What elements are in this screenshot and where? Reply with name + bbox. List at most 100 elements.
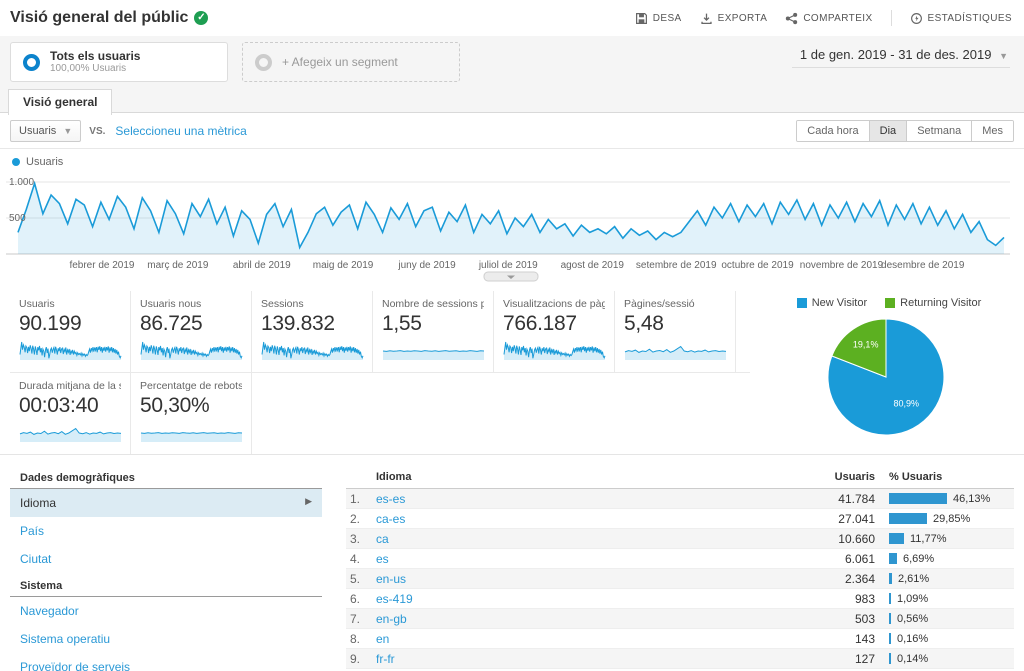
overview-section: Usuaris90.199Usuaris nous86.725Sessions1… — [0, 287, 1024, 455]
tab-bar: Visió general — [0, 88, 1024, 112]
tab-visio-general[interactable]: Visió general — [8, 89, 112, 115]
actions-separator — [891, 10, 892, 26]
chevron-down-icon: ▼ — [63, 126, 72, 136]
language-table: Idioma Usuaris % Usuaris 1.es-es41.78446… — [346, 461, 1014, 671]
dimension-header: Idioma — [376, 471, 795, 483]
row-rank: 2. — [350, 512, 376, 526]
metric-card[interactable]: Percentatge de rebots50,30% — [131, 373, 252, 454]
metric-dropdown-label: Usuaris — [19, 125, 56, 137]
metric-card[interactable]: Sessions139.832 — [252, 291, 373, 372]
demographics-explorer: Dades demogràfiquesIdioma▶PaísCiutatSist… — [0, 455, 1024, 671]
report-panel: Usuaris ▼ VS. Seleccioneu una mètrica Ca… — [0, 112, 1024, 671]
metric-card[interactable]: Pàgines/sessió5,48 — [615, 291, 736, 372]
granularity-switcher: Cada horaDiaSetmanaMes — [796, 120, 1014, 142]
x-tick-label: febrer de 2019 — [69, 260, 134, 271]
language-link[interactable]: ca-es — [376, 512, 405, 526]
date-range-selector[interactable]: 1 de gen. 2019 - 31 de des. 2019 ▼ — [792, 44, 1010, 68]
share-button[interactable]: COMPARTEIX — [785, 12, 872, 25]
pie-legend-item[interactable]: Returning Visitor — [885, 297, 981, 309]
sidebar-item-idioma[interactable]: Idioma▶ — [10, 489, 322, 517]
metric-card[interactable]: Usuaris nous86.725 — [131, 291, 252, 372]
pie-svg[interactable]: 80,9% 19,1% — [764, 311, 1014, 439]
vs-label: VS. — [89, 126, 105, 137]
page-title-text: Visió general del públic — [10, 9, 188, 27]
row-pct: 29,85% — [875, 513, 1010, 525]
save-button[interactable]: DESA — [635, 12, 682, 25]
x-tick-label: novembre de 2019 — [800, 260, 884, 271]
y-tick-label: 1.000 — [9, 177, 34, 188]
table-row: 6.es-4199831,09% — [346, 589, 1014, 609]
language-link[interactable]: en — [376, 632, 389, 646]
metric-card[interactable]: Nombre de sessions per usuari1,55 — [373, 291, 494, 372]
granularity-mes[interactable]: Mes — [971, 121, 1013, 141]
metric-card[interactable]: Durada mitjana de la sessió00:03:40 — [10, 373, 131, 454]
language-link[interactable]: es-419 — [376, 592, 413, 606]
pct-text: 0,16% — [897, 633, 928, 645]
insights-button[interactable]: ESTADÍSTIQUES — [910, 12, 1012, 25]
timeline-scrubber[interactable] — [484, 272, 538, 281]
segment-band: Tots els usuaris 100,00% Usuaris + Afege… — [0, 36, 1024, 88]
sparkline-line — [141, 433, 242, 434]
metric-card-value: 90.199 — [19, 312, 121, 336]
metric-controls: Usuaris ▼ VS. Seleccioneu una mètrica Ca… — [0, 113, 1024, 149]
metric-dropdown[interactable]: Usuaris ▼ — [10, 120, 81, 142]
row-pct: 2,61% — [875, 573, 1010, 585]
sparkline-line — [383, 351, 484, 352]
metric-card-value: 5,48 — [624, 312, 726, 336]
row-language: fr-fr — [376, 652, 795, 666]
language-link[interactable]: en-gb — [376, 612, 407, 626]
language-link[interactable]: en-us — [376, 572, 406, 586]
language-link[interactable]: es — [376, 552, 389, 566]
metric-card[interactable]: Visualitzacions de pàgines766.187 — [494, 291, 615, 372]
chevron-down-icon: ▼ — [999, 51, 1008, 61]
table-row: 2.ca-es27.04129,85% — [346, 509, 1014, 529]
row-users: 2.364 — [795, 572, 875, 586]
metric-card-label: Nombre de sessions per usuari — [382, 298, 484, 310]
row-pct: 1,09% — [875, 593, 1010, 605]
language-link[interactable]: ca — [376, 532, 389, 546]
sidebar-item-país[interactable]: País — [10, 517, 322, 545]
save-icon — [635, 12, 648, 25]
select-metric-link[interactable]: Seleccioneu una mètrica — [115, 124, 246, 138]
table-row: 8.en1430,16% — [346, 629, 1014, 649]
pie-slice-label: 19,1% — [853, 339, 879, 349]
pct-text: 29,85% — [933, 513, 970, 525]
table-row: 1.es-es41.78446,13% — [346, 489, 1014, 509]
pct-text: 6,69% — [903, 553, 934, 565]
pie-legend: New Visitor Returning Visitor — [764, 293, 1014, 311]
sidebar-item-sistema-operatiu[interactable]: Sistema operatiu — [10, 625, 322, 653]
add-segment-button[interactable]: + Afegeix un segment — [242, 42, 460, 82]
metric-card-label: Sessions — [261, 298, 363, 310]
pie-slice-label: 80,9% — [894, 399, 920, 409]
segment-all-users[interactable]: Tots els usuaris 100,00% Usuaris — [10, 42, 228, 82]
x-tick-label: maig de 2019 — [313, 260, 374, 271]
row-language: ca — [376, 532, 795, 546]
sidebar-item-proveïdor-de-serveis[interactable]: Proveïdor de serveis — [10, 653, 322, 671]
row-pct: 11,77% — [875, 533, 1010, 545]
pie-legend-label: Returning Visitor — [900, 297, 981, 309]
x-tick-label: desembre de 2019 — [881, 260, 965, 271]
sidebar-item-navegador[interactable]: Navegador — [10, 597, 322, 625]
granularity-setmana[interactable]: Setmana — [906, 121, 971, 141]
x-tick-label: octubre de 2019 — [721, 260, 794, 271]
row-language: es-es — [376, 492, 795, 506]
language-link[interactable]: es-es — [376, 492, 405, 506]
sparkline — [140, 419, 243, 443]
pie-legend-item[interactable]: New Visitor — [797, 297, 867, 309]
metric-card-label: Durada mitjana de la sessió — [19, 380, 121, 392]
sidebar-section-title: Sistema — [10, 573, 322, 597]
granularity-dia[interactable]: Dia — [869, 121, 907, 141]
granularity-cada-hora[interactable]: Cada hora — [797, 121, 868, 141]
metric-card[interactable]: Usuaris90.199 — [10, 291, 131, 372]
row-rank: 6. — [350, 592, 376, 606]
row-users: 41.784 — [795, 492, 875, 506]
sidebar-item-ciutat[interactable]: Ciutat — [10, 545, 322, 573]
language-link[interactable]: fr-fr — [376, 652, 395, 666]
sparkline-fill — [383, 351, 484, 360]
sparkline — [140, 337, 243, 361]
timeline-svg[interactable]: 1.000500febrer de 2019març de 2019abril … — [6, 170, 1014, 282]
pct-bar — [889, 573, 892, 584]
export-button[interactable]: EXPORTA — [700, 12, 768, 25]
x-tick-label: agost de 2019 — [561, 260, 625, 271]
legend-dot-icon — [12, 158, 20, 166]
